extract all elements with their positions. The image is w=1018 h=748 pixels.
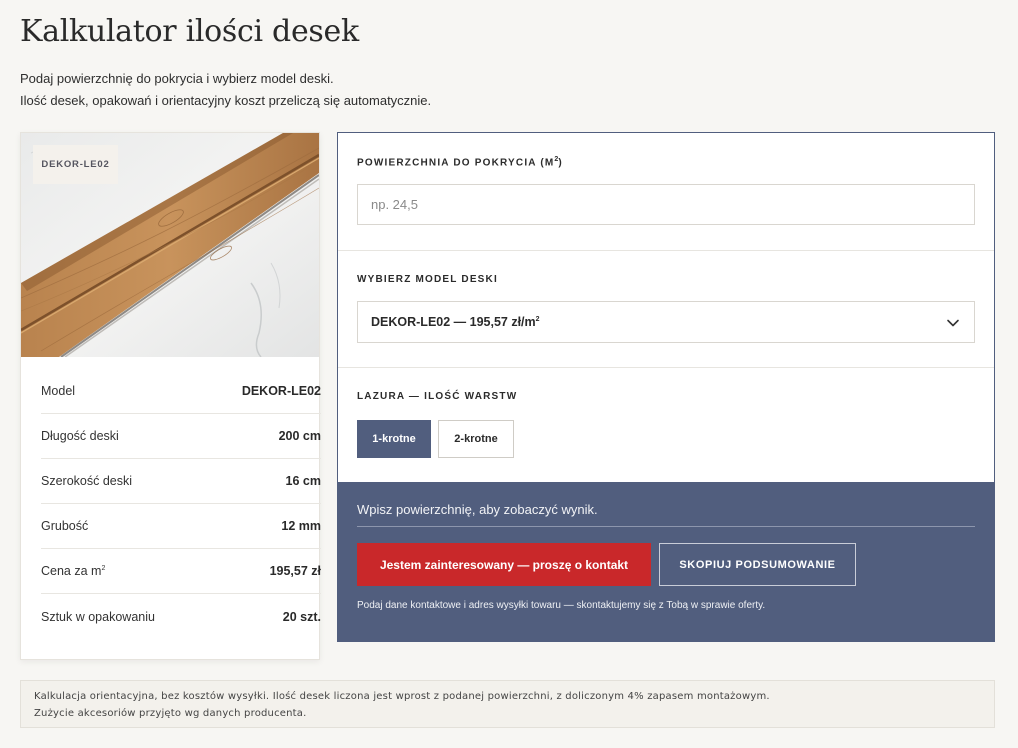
chevron-down-icon (947, 319, 959, 327)
area-label: POWIERZCHNIA DO POKRYCIA (M2) (357, 156, 563, 168)
spec-label: Długość deski (41, 429, 119, 443)
spec-value: 200 cm (278, 429, 321, 443)
product-card: DEKOR-LE02 Model DEKOR-LE02 Długość desk… (20, 132, 321, 660)
copy-summary-button[interactable]: SKOPIUJ PODSUMOWANIE (659, 543, 856, 586)
spec-label-sup: 2 (101, 564, 106, 572)
product-image: DEKOR-LE02 (21, 133, 319, 357)
product-specs: Model DEKOR-LE02 Długość deski 200 cm Sz… (41, 369, 321, 639)
spec-label: Sztuk w opakowaniu (41, 609, 155, 624)
model-select[interactable]: DEKOR-LE02 — 195,57 zł/m2 (357, 301, 975, 343)
area-label-text: POWIERZCHNIA DO POKRYCIA (M (357, 157, 555, 169)
stain-option-2[interactable]: 2-krotne (438, 420, 514, 458)
result-box: Wpisz powierzchnię, aby zobaczyć wynik. … (338, 482, 994, 641)
result-message: Wpisz powierzchnię, aby zobaczyć wynik. (357, 502, 598, 517)
result-note: Podaj dane kontaktowe i adres wysyłki to… (357, 600, 766, 611)
stain-section: LAZURA — ILOŚĆ WARSTW 1-krotne 2-krotne (338, 368, 994, 482)
model-selected-sup: 2 (535, 315, 540, 323)
spec-label: Cena za m2 (41, 564, 105, 578)
area-input[interactable] (357, 184, 975, 225)
spec-row-thickness: Grubość 12 mm (41, 504, 321, 549)
intro-line-2: Ilość desek, opakowań i orientacyjny kos… (20, 93, 432, 108)
spec-label: Szerokość deski (41, 474, 133, 488)
model-label: WYBIERZ MODEL DESKI (357, 274, 498, 285)
spec-value: 195,57 zł (269, 564, 321, 578)
spec-row-width: Szerokość deski 16 cm (41, 459, 321, 504)
footnote-line-2: Zużycie akcesoriów przyjęto wg danych pr… (34, 708, 307, 719)
calculator-panel: POWIERZCHNIA DO POKRYCIA (M2) WYBIERZ MO… (337, 132, 995, 642)
model-section: WYBIERZ MODEL DESKI DEKOR-LE02 — 195,57 … (338, 251, 994, 368)
area-section: POWIERZCHNIA DO POKRYCIA (M2) (338, 133, 994, 251)
stain-toggle-group: 1-krotne 2-krotne (357, 420, 514, 458)
area-label-end: ) (558, 157, 563, 169)
page-intro: Podaj powierzchnię do pokrycia i wybierz… (20, 68, 431, 112)
spec-row-model: Model DEKOR-LE02 (41, 369, 321, 414)
spec-value: 16 cm (285, 474, 321, 488)
page-title: Kalkulator ilości desek (20, 14, 359, 49)
footnote-line-1: Kalkulacja orientacyjna, bez kosztów wys… (34, 691, 770, 702)
spec-label: Model (41, 384, 76, 398)
spec-value: 20 szt. (282, 609, 321, 624)
spec-label: Grubość (41, 519, 89, 533)
stain-label: LAZURA — ILOŚĆ WARSTW (357, 391, 518, 402)
product-badge: DEKOR-LE02 (33, 145, 118, 184)
contact-button[interactable]: Jestem zainteresowany — proszę o kontakt (357, 543, 651, 586)
spec-value: 12 mm (281, 519, 321, 533)
spec-row-pack: Sztuk w opakowaniu 20 szt. (41, 594, 321, 639)
stain-option-1[interactable]: 1-krotne (357, 420, 431, 458)
spec-label-text: Cena za m (41, 564, 102, 578)
footnote: Kalkulacja orientacyjna, bez kosztów wys… (20, 680, 995, 728)
model-selected-value: DEKOR-LE02 — 195,57 zł/m2 (371, 315, 540, 329)
spec-row-price: Cena za m2 195,57 zł (41, 549, 321, 594)
result-divider (357, 526, 975, 527)
spec-row-length: Długość deski 200 cm (41, 414, 321, 459)
model-selected-text: DEKOR-LE02 — 195,57 zł/m (371, 315, 536, 329)
intro-line-1: Podaj powierzchnię do pokrycia i wybierz… (20, 71, 334, 86)
spec-value: DEKOR-LE02 (241, 384, 321, 398)
